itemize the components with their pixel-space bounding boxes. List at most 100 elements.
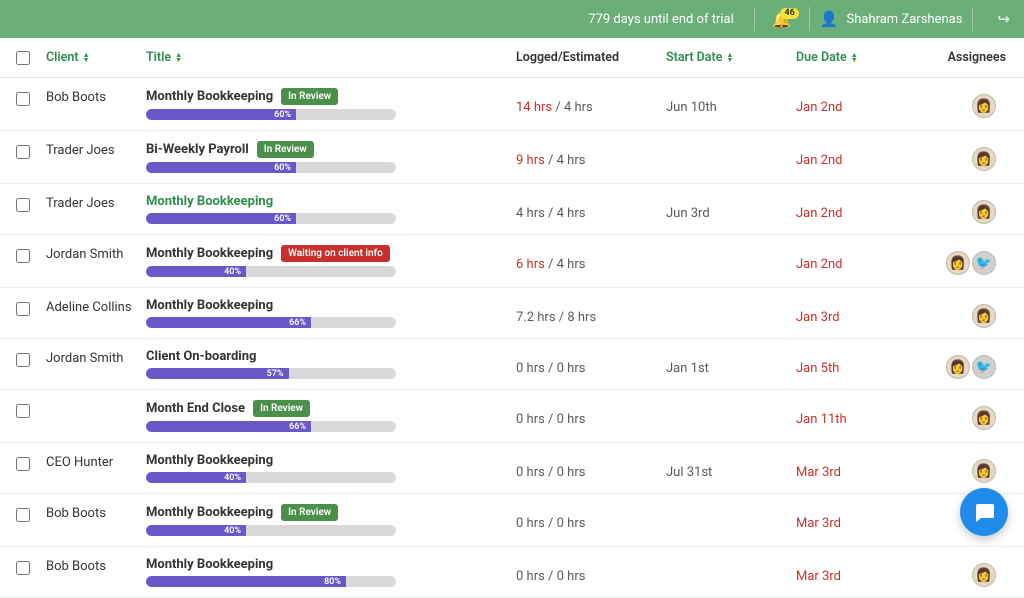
row-checkbox[interactable] xyxy=(16,561,30,575)
row-checkbox[interactable] xyxy=(16,508,30,522)
signout-icon[interactable]: ↪ xyxy=(997,10,1010,28)
task-title[interactable]: Bi-Weekly Payroll xyxy=(146,142,249,157)
topbar: 779 days until end of trial 🔔 46 👤 Shahr… xyxy=(0,0,1024,38)
table-row[interactable]: Bob BootsMonthly BookkeepingIn Review40%… xyxy=(0,494,1024,547)
table-row[interactable]: Trader JoesMonthly Bookkeeping60%4 hrs /… xyxy=(0,184,1024,235)
assignees-cell: 👩 xyxy=(916,88,1006,118)
assignee-avatar[interactable]: 👩 xyxy=(972,459,996,483)
progress-bar: 40% xyxy=(146,266,396,277)
row-checkbox-cell xyxy=(16,453,46,471)
logged-estimated: 14 hrs / 4 hrs xyxy=(516,88,666,115)
progress-bar: 80% xyxy=(146,576,396,587)
progress-bar: 60% xyxy=(146,213,396,224)
row-checkbox[interactable] xyxy=(16,198,30,212)
table-row[interactable]: Month End CloseIn Review66%0 hrs / 0 hrs… xyxy=(0,390,1024,443)
assignee-avatar[interactable]: 👩 xyxy=(972,406,996,430)
progress-percent: 60% xyxy=(274,163,291,173)
table-row[interactable]: CEO HunterMonthly Bookkeeping40%0 hrs / … xyxy=(0,443,1024,494)
row-checkbox[interactable] xyxy=(16,92,30,106)
table-row[interactable]: Adeline CollinsMonthly Bookkeeping66%7.2… xyxy=(0,288,1024,339)
assignees-cell: 👩 xyxy=(916,298,1006,328)
progress-bar: 40% xyxy=(146,472,396,483)
table-row[interactable]: Jordan SmithClient On-boarding57%0 hrs /… xyxy=(0,339,1024,390)
separator xyxy=(809,7,810,31)
due-date: Jan 2nd xyxy=(796,245,916,272)
row-checkbox[interactable] xyxy=(16,457,30,471)
row-checkbox[interactable] xyxy=(16,302,30,316)
header-client[interactable]: Client▲▼ xyxy=(46,50,146,65)
assignee-avatar[interactable]: 👩 xyxy=(972,304,996,328)
status-badge: In Review xyxy=(281,88,338,105)
logged-estimated: 0 hrs / 0 hrs xyxy=(516,557,666,584)
title-cell: Monthly BookkeepingIn Review40% xyxy=(146,504,516,536)
table-header: Client▲▼ Title▲▼ Logged/Estimated Start … xyxy=(0,38,1024,78)
client-name[interactable]: CEO Hunter xyxy=(46,453,146,470)
assignees-cell: 👩 xyxy=(916,557,1006,587)
assignee-avatar[interactable]: 👩 xyxy=(946,251,970,275)
notifications-button[interactable]: 🔔 46 xyxy=(765,10,799,29)
user-menu[interactable]: 👤 Shahram Zarshenas xyxy=(820,10,963,28)
separator xyxy=(972,7,973,31)
assignee-avatar[interactable]: 👩 xyxy=(972,563,996,587)
task-title[interactable]: Monthly Bookkeeping xyxy=(146,557,273,572)
assignee-avatar[interactable]: 🐦 xyxy=(972,251,996,275)
title-cell: Monthly Bookkeeping60% xyxy=(146,194,516,224)
client-name[interactable]: Adeline Collins xyxy=(46,298,146,315)
due-date: Jan 2nd xyxy=(796,194,916,221)
table-row[interactable]: Trader JoesBi-Weekly PayrollIn Review60%… xyxy=(0,131,1024,184)
progress-percent: 40% xyxy=(224,473,241,483)
header-start-date[interactable]: Start Date▲▼ xyxy=(666,50,796,65)
task-title[interactable]: Monthly Bookkeeping xyxy=(146,246,273,261)
client-name[interactable]: Jordan Smith xyxy=(46,245,146,262)
chat-icon xyxy=(972,500,996,524)
assignees-cell: 👩🐦 xyxy=(916,349,1006,379)
task-title[interactable]: Client On-boarding xyxy=(146,349,256,364)
chat-button[interactable] xyxy=(960,488,1008,536)
table-body: Bob BootsMonthly BookkeepingIn Review60%… xyxy=(0,78,1024,598)
progress-percent: 66% xyxy=(289,318,306,328)
row-checkbox[interactable] xyxy=(16,353,30,367)
client-name[interactable]: Bob Boots xyxy=(46,504,146,521)
assignees-cell: 👩🐦 xyxy=(916,245,1006,275)
task-title[interactable]: Monthly Bookkeeping xyxy=(146,453,273,468)
row-checkbox[interactable] xyxy=(16,404,30,418)
header-assignees: Assignees xyxy=(916,50,1006,65)
row-checkbox[interactable] xyxy=(16,145,30,159)
task-title[interactable]: Monthly Bookkeeping xyxy=(146,89,273,104)
client-name[interactable]: Bob Boots xyxy=(46,88,146,105)
task-title[interactable]: Monthly Bookkeeping xyxy=(146,505,273,520)
row-checkbox[interactable] xyxy=(16,249,30,263)
progress-percent: 60% xyxy=(274,110,291,120)
assignees-cell: 👩 xyxy=(916,194,1006,224)
client-name[interactable]: Trader Joes xyxy=(46,194,146,211)
title-cell: Client On-boarding 57% xyxy=(146,349,516,379)
assignee-avatar[interactable]: 👩 xyxy=(946,355,970,379)
start-date xyxy=(666,245,796,257)
select-all-checkbox[interactable] xyxy=(16,51,30,65)
client-name[interactable] xyxy=(46,400,146,402)
assignee-avatar[interactable]: 👩 xyxy=(972,147,996,171)
progress-percent: 60% xyxy=(274,214,291,224)
client-name[interactable]: Bob Boots xyxy=(46,557,146,574)
assignee-avatar[interactable]: 👩 xyxy=(972,94,996,118)
task-title[interactable]: Monthly Bookkeeping xyxy=(146,298,273,313)
logged-estimated: 0 hrs / 0 hrs xyxy=(516,504,666,531)
header-title[interactable]: Title▲▼ xyxy=(146,50,516,65)
assignee-avatar[interactable]: 🐦 xyxy=(972,355,996,379)
trial-text: 779 days until end of trial xyxy=(588,12,734,27)
status-badge: In Review xyxy=(253,400,310,417)
task-title[interactable]: Month End Close xyxy=(146,401,245,416)
row-checkbox-cell xyxy=(16,88,46,106)
status-badge: In Review xyxy=(281,504,338,521)
assignees-cell: 👩 xyxy=(916,400,1006,430)
client-name[interactable]: Jordan Smith xyxy=(46,349,146,366)
client-name[interactable]: Trader Joes xyxy=(46,141,146,158)
header-due-date[interactable]: Due Date▲▼ xyxy=(796,50,916,65)
assignee-avatar[interactable]: 👩 xyxy=(972,200,996,224)
progress-percent: 57% xyxy=(267,369,284,379)
table-row[interactable]: Bob BootsMonthly Bookkeeping In Review 60%… xyxy=(0,78,1024,131)
table-row[interactable]: Bob BootsMonthly Bookkeeping 80% 0 hrs / 0… xyxy=(0,547,1024,598)
table-row[interactable]: Jordan SmithMonthly BookkeepingWaiting o… xyxy=(0,235,1024,288)
task-title[interactable]: Monthly Bookkeeping xyxy=(146,194,273,209)
progress-bar: 66% xyxy=(146,317,396,328)
